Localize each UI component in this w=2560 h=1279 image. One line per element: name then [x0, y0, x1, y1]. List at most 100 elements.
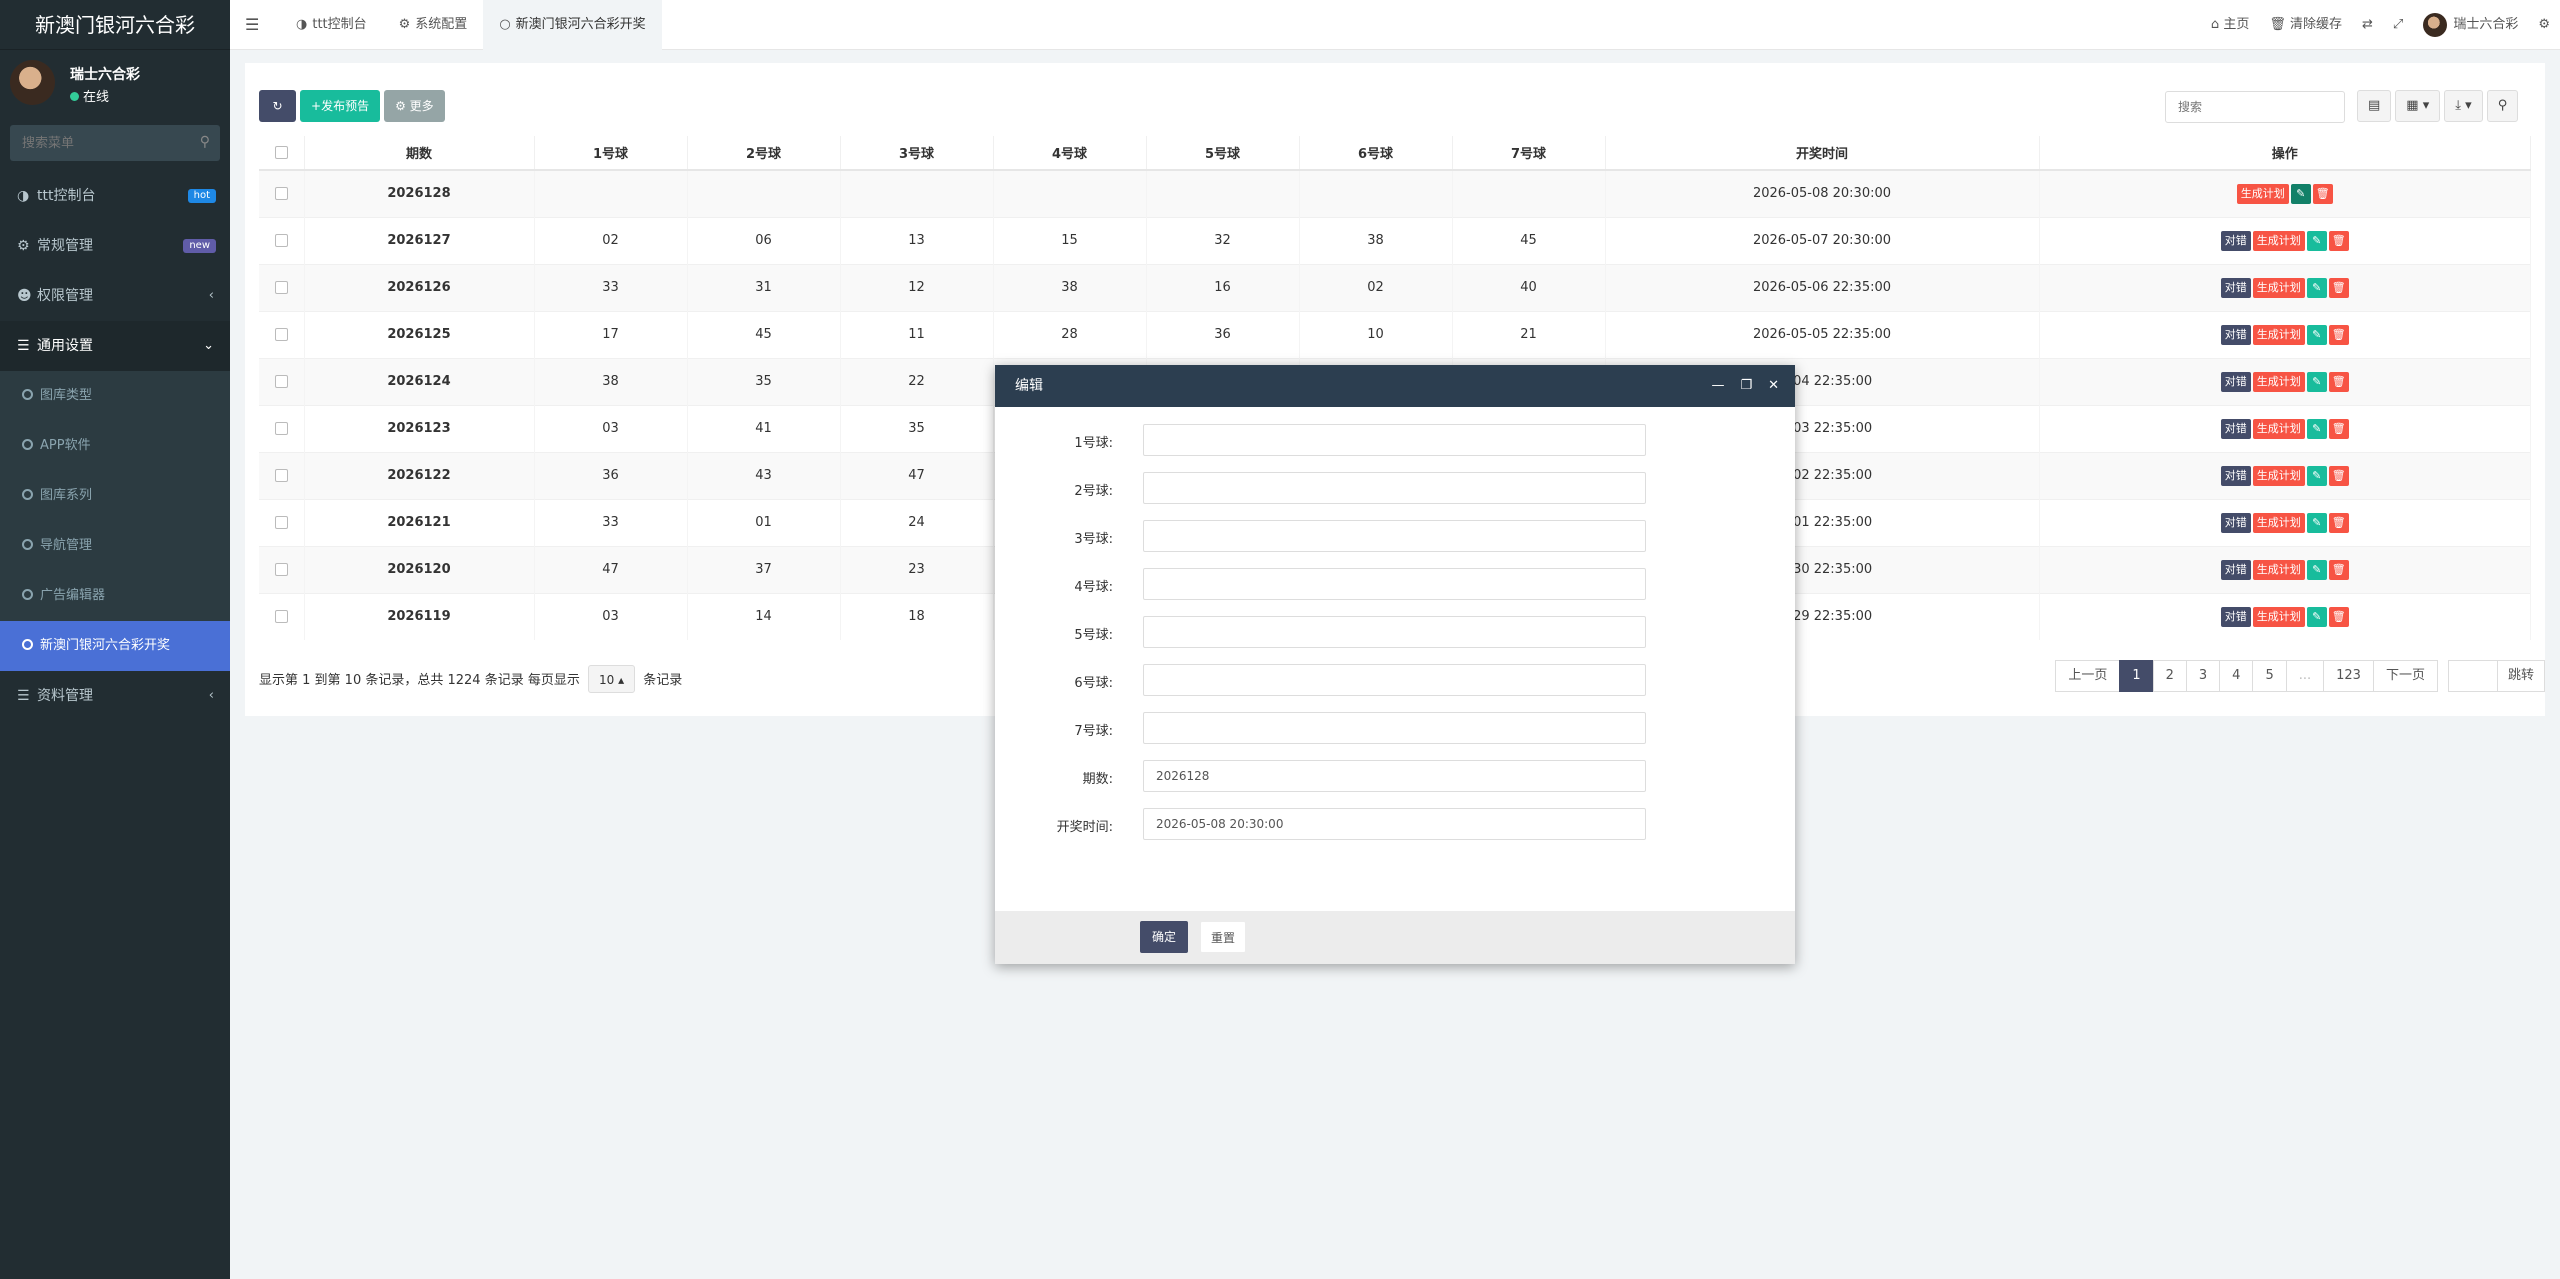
sidebar-item-general-settings[interactable]: ☰ 通用设置 ⌄: [0, 321, 230, 371]
row-checkbox[interactable]: [274, 187, 288, 201]
goto-page-input[interactable]: [2447, 660, 2498, 692]
edit-button[interactable]: ✎: [2306, 512, 2327, 533]
delete-button[interactable]: 🗑: [2328, 465, 2349, 486]
column-header[interactable]: 1号球: [534, 136, 688, 171]
search-icon[interactable]: ⚲: [200, 134, 210, 150]
row-checkbox[interactable]: [274, 422, 288, 435]
sidebar-item-data-management[interactable]: ☰ 资料管理 ‹: [0, 671, 230, 721]
column-header[interactable]: 期数: [304, 136, 535, 171]
field-input[interactable]: [1143, 472, 1646, 504]
field-input[interactable]: [1143, 712, 1646, 744]
check-button[interactable]: 对错: [2220, 324, 2251, 345]
edit-button[interactable]: ✎: [2306, 606, 2327, 627]
goto-page-button[interactable]: 跳转: [2496, 660, 2545, 692]
check-button[interactable]: 对错: [2220, 230, 2251, 251]
delete-button[interactable]: 🗑: [2328, 277, 2349, 298]
delete-button[interactable]: 🗑: [2312, 183, 2333, 204]
clear-cache-button[interactable]: 🗑 清除缓存: [2259, 0, 2352, 50]
delete-button[interactable]: 🗑: [2328, 559, 2349, 580]
row-checkbox[interactable]: [274, 563, 288, 576]
more-button[interactable]: ⚙ 更多: [384, 90, 445, 122]
next-page-button[interactable]: 下一页: [2372, 660, 2438, 692]
field-input[interactable]: [1143, 520, 1646, 552]
field-input[interactable]: [1143, 424, 1646, 456]
field-input[interactable]: [1143, 808, 1646, 840]
field-input[interactable]: [1143, 664, 1646, 696]
refresh-button[interactable]: ↻: [259, 90, 296, 122]
language-button[interactable]: ⇄: [2352, 0, 2383, 50]
brand-logo[interactable]: 新澳门银河六合彩: [0, 0, 230, 50]
close-icon[interactable]: ✕: [1768, 365, 1779, 407]
minimize-icon[interactable]: —: [1711, 365, 1724, 407]
sidebar-item-app[interactable]: APP软件: [0, 421, 230, 471]
row-checkbox[interactable]: [274, 281, 288, 294]
edit-button[interactable]: ✎: [2306, 559, 2327, 580]
edit-button[interactable]: ✎: [2306, 371, 2327, 392]
edit-button[interactable]: ✎: [2306, 324, 2327, 345]
restore-icon[interactable]: ❐: [1740, 365, 1752, 407]
reset-button[interactable]: 重置: [1200, 921, 1247, 953]
edit-button[interactable]: ✎: [2290, 183, 2311, 204]
delete-button[interactable]: 🗑: [2328, 418, 2349, 439]
check-button[interactable]: 对错: [2220, 512, 2251, 533]
edit-button[interactable]: ✎: [2306, 418, 2327, 439]
table-row[interactable]: 2026127 02 06 13 15 32 38 45 2026-05-07 20:30:00…: [259, 216, 2531, 264]
page-button[interactable]: 3: [2185, 660, 2221, 692]
column-header[interactable]: 4号球: [993, 136, 1147, 171]
page-button[interactable]: 5: [2252, 660, 2287, 692]
delete-button[interactable]: 🗑: [2328, 512, 2349, 533]
sidebar-item-gallery-series[interactable]: 图库系列: [0, 471, 230, 521]
generate-plan-button[interactable]: 生成计划: [2252, 559, 2305, 580]
row-checkbox[interactable]: [274, 516, 288, 529]
page-button[interactable]: 123: [2323, 660, 2374, 692]
column-header[interactable]: 3号球: [840, 136, 994, 171]
search-toggle-button[interactable]: ⚲: [2486, 90, 2519, 122]
generate-plan-button[interactable]: 生成计划: [2252, 324, 2305, 345]
sidebar-item-permissions[interactable]: ☻ 权限管理 ‹: [0, 271, 230, 321]
column-header[interactable]: 2号球: [687, 136, 841, 171]
home-link[interactable]: ⌂ 主页: [2201, 0, 2259, 50]
generate-plan-button[interactable]: 生成计划: [2252, 230, 2305, 251]
column-header[interactable]: 7号球: [1452, 136, 1606, 171]
row-checkbox[interactable]: [274, 328, 288, 341]
settings-button[interactable]: ⚙: [2528, 0, 2560, 50]
page-size-select[interactable]: 10 ▴: [587, 665, 636, 693]
column-header[interactable]: 开奖时间: [1605, 136, 2040, 171]
check-button[interactable]: 对错: [2220, 418, 2251, 439]
columns-button[interactable]: ▦ ▾: [2395, 90, 2441, 122]
menu-toggle-icon[interactable]: ☰: [245, 15, 259, 34]
check-button[interactable]: 对错: [2220, 277, 2251, 298]
table-row[interactable]: 2026125 17 45 11 28 36 10 21 2026-05-05 22:35:00…: [259, 310, 2531, 358]
sidebar-item-general[interactable]: ⚙ 常规管理 new: [0, 221, 230, 271]
tab-dashboard[interactable]: ◑ ttt控制台: [280, 0, 383, 50]
row-checkbox[interactable]: [274, 469, 288, 482]
page-button[interactable]: 4: [2219, 660, 2254, 692]
prev-page-button[interactable]: 上一页: [2055, 660, 2121, 692]
sidebar-item-lottery-draw[interactable]: 新澳门银河六合彩开奖: [0, 621, 230, 671]
delete-button[interactable]: 🗑: [2328, 324, 2349, 345]
check-button[interactable]: 对错: [2220, 465, 2251, 486]
select-all-checkbox[interactable]: [274, 146, 288, 159]
column-header[interactable]: 6号球: [1299, 136, 1453, 171]
generate-plan-button[interactable]: 生成计划: [2252, 606, 2305, 627]
export-button[interactable]: ⤓ ▾: [2444, 90, 2483, 122]
confirm-button[interactable]: 确定: [1140, 921, 1189, 953]
generate-plan-button[interactable]: 生成计划: [2252, 512, 2305, 533]
row-checkbox[interactable]: [274, 234, 288, 247]
sidebar-item-ad-editor[interactable]: 广告编辑器: [0, 571, 230, 621]
field-input[interactable]: [1143, 568, 1646, 600]
column-header[interactable]: 5号球: [1146, 136, 1300, 171]
fullscreen-button[interactable]: ⤢: [2383, 0, 2413, 50]
tab-lottery-draw[interactable]: ○ 新澳门银河六合彩开奖: [483, 0, 662, 50]
generate-plan-button[interactable]: 生成计划: [2252, 371, 2305, 392]
delete-button[interactable]: 🗑: [2328, 606, 2349, 627]
generate-plan-button[interactable]: 生成计划: [2252, 277, 2305, 298]
edit-button[interactable]: ✎: [2306, 465, 2327, 486]
field-input[interactable]: [1143, 760, 1646, 792]
delete-button[interactable]: 🗑: [2328, 230, 2349, 251]
field-input[interactable]: [1143, 616, 1646, 648]
tab-system-config[interactable]: ⚙ 系统配置: [383, 0, 484, 50]
edit-button[interactable]: ✎: [2306, 277, 2327, 298]
check-button[interactable]: 对错: [2220, 606, 2251, 627]
check-button[interactable]: 对错: [2220, 371, 2251, 392]
